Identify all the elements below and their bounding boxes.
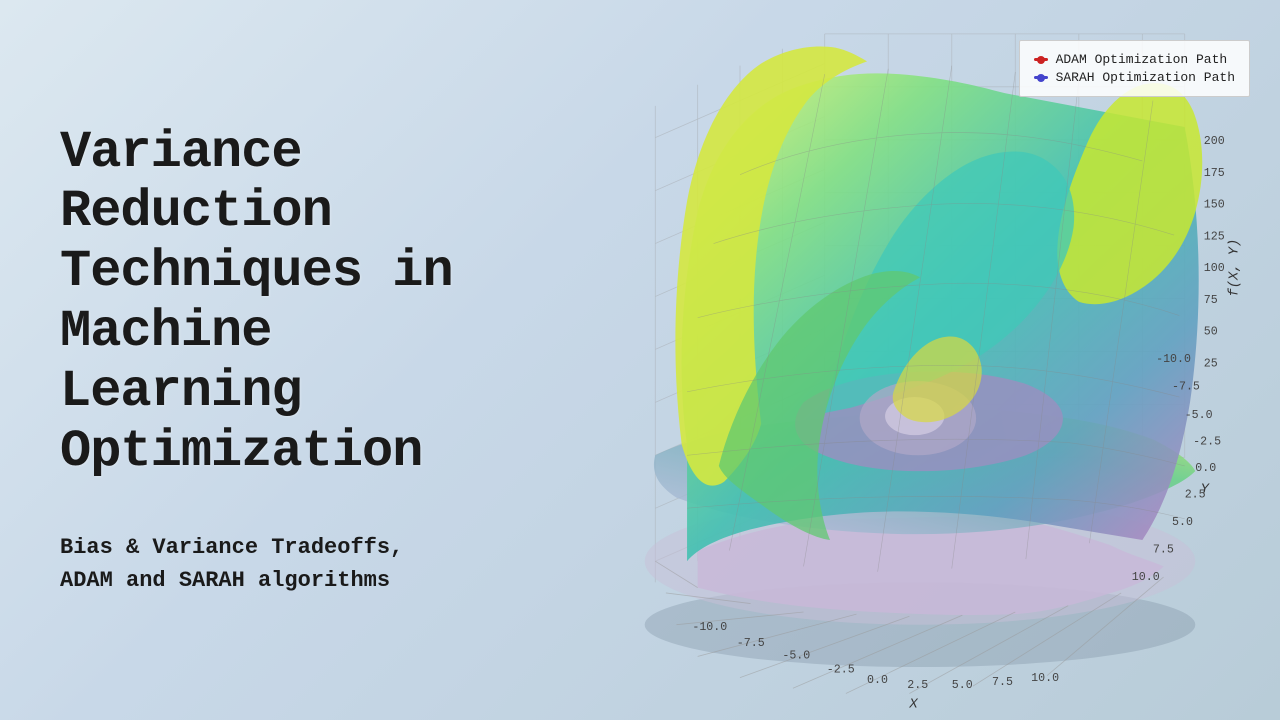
sarah-legend-label: SARAH Optimization Path xyxy=(1056,70,1235,85)
x-tick-neg25: -2.5 xyxy=(827,663,855,676)
z-tick-150: 150 xyxy=(1204,199,1225,212)
z-tick-75: 75 xyxy=(1204,294,1218,307)
chart-svg: 200 175 150 125 100 75 50 25 f(X, Y) -10… xyxy=(560,0,1280,720)
y-tick-75: 7.5 xyxy=(1153,544,1174,557)
z-tick-175: 175 xyxy=(1204,167,1225,180)
x-tick-75: 7.5 xyxy=(992,676,1013,689)
x-tick-neg10: -10.0 xyxy=(692,621,727,634)
sarah-legend-icon xyxy=(1034,76,1048,79)
x-tick-neg75: -7.5 xyxy=(737,637,765,650)
z-tick-125: 125 xyxy=(1204,230,1225,243)
z-tick-100: 100 xyxy=(1204,262,1225,275)
y-axis-title: Y xyxy=(1201,482,1211,497)
x-tick-5: 5.0 xyxy=(952,679,973,692)
adam-legend-label: ADAM Optimization Path xyxy=(1056,52,1228,67)
subtitle-line2: ADAM and SARAH algorithms xyxy=(60,568,390,593)
main-title: VarianceReductionTechniques inMachineLea… xyxy=(60,123,500,482)
x-tick-0: 0.0 xyxy=(867,674,888,687)
adam-legend-icon xyxy=(1034,58,1048,61)
legend-sarah: SARAH Optimization Path xyxy=(1034,70,1235,85)
left-panel: VarianceReductionTechniques inMachineLea… xyxy=(0,83,560,638)
subtitle: Bias & Variance Tradeoffs, ADAM and SARA… xyxy=(60,531,500,597)
y-tick-0: 0.0 xyxy=(1195,462,1216,475)
y-tick-5: 5.0 xyxy=(1172,516,1193,529)
z-tick-50: 50 xyxy=(1204,326,1218,339)
y-tick-neg5: -5.0 xyxy=(1185,409,1213,422)
legend-box: ADAM Optimization Path SARAH Optimizatio… xyxy=(1019,40,1250,97)
main-container: VarianceReductionTechniques inMachineLea… xyxy=(0,0,1280,720)
x-tick-neg5: -5.0 xyxy=(782,650,810,663)
x-tick-10: 10.0 xyxy=(1031,672,1059,685)
x-axis-title: X xyxy=(908,697,918,712)
x-tick-25: 2.5 xyxy=(907,679,928,692)
y-tick-10: 10.0 xyxy=(1132,571,1160,584)
legend-adam: ADAM Optimization Path xyxy=(1034,52,1235,67)
right-panel: ADAM Optimization Path SARAH Optimizatio… xyxy=(560,0,1280,720)
z-axis-labels: 200 175 150 125 100 75 50 25 f(X, Y) xyxy=(1204,135,1243,370)
y-tick-neg25: -2.5 xyxy=(1193,436,1221,449)
y-tick-neg75: -7.5 xyxy=(1172,381,1200,394)
subtitle-line1: Bias & Variance Tradeoffs, xyxy=(60,535,403,560)
z-axis-title: f(X, Y) xyxy=(1227,239,1243,297)
y-tick-neg10: -10.0 xyxy=(1156,353,1191,366)
z-tick-25: 25 xyxy=(1204,357,1218,370)
z-tick-200: 200 xyxy=(1204,135,1225,148)
